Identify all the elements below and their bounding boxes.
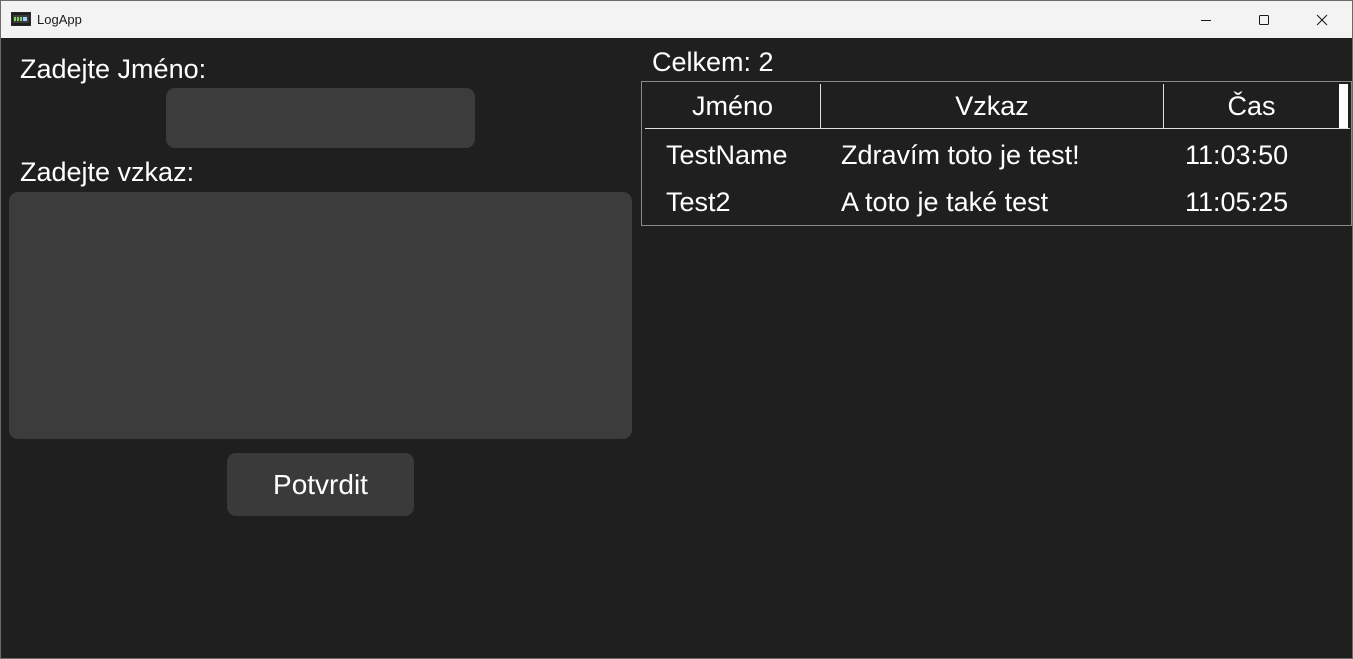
close-icon	[1316, 14, 1328, 26]
name-input[interactable]	[166, 88, 475, 148]
title-bar[interactable]: LogApp	[1, 1, 1352, 38]
cell-name: Test2	[666, 187, 731, 217]
column-header-name[interactable]: Jméno	[645, 84, 821, 128]
total-count: Celkem: 2	[652, 46, 774, 78]
cell-message: Zdravím toto je test!	[841, 140, 1080, 170]
total-count-value: 2	[758, 47, 774, 77]
app-window: LogApp Zadejte Jméno: Zadejte vzkaz: Pot…	[0, 0, 1353, 659]
message-input[interactable]	[9, 192, 632, 439]
maximize-button[interactable]	[1235, 1, 1293, 38]
submit-button[interactable]: Potvrdit	[227, 453, 414, 516]
name-label: Zadejte Jméno:	[20, 54, 207, 84]
cell-message: A toto je také test	[841, 187, 1049, 217]
column-header-time[interactable]: Čas	[1164, 84, 1339, 128]
window-title: LogApp	[37, 12, 82, 27]
cell-time: 11:03:50	[1185, 140, 1289, 170]
terminal-app-icon	[11, 12, 31, 26]
header-scrollbar-corner	[1339, 84, 1348, 128]
table-header: Jméno Vzkaz Čas	[645, 84, 1350, 129]
log-table[interactable]: Jméno Vzkaz Čas TestName Zdravím toto je…	[641, 81, 1352, 226]
message-label: Zadejte vzkaz:	[20, 157, 195, 187]
total-count-label: Celkem:	[652, 47, 752, 77]
table-row[interactable]: Test2 A toto je také test 11:05:25	[645, 179, 1350, 226]
minimize-icon	[1200, 14, 1212, 26]
table-row[interactable]: TestName Zdravím toto je test! 11:03:50	[645, 132, 1350, 179]
column-header-message[interactable]: Vzkaz	[821, 84, 1164, 128]
minimize-button[interactable]	[1177, 1, 1235, 38]
cell-time: 11:05:25	[1185, 187, 1289, 217]
close-button[interactable]	[1293, 1, 1351, 38]
cell-name: TestName	[666, 140, 788, 170]
maximize-icon	[1258, 14, 1270, 26]
